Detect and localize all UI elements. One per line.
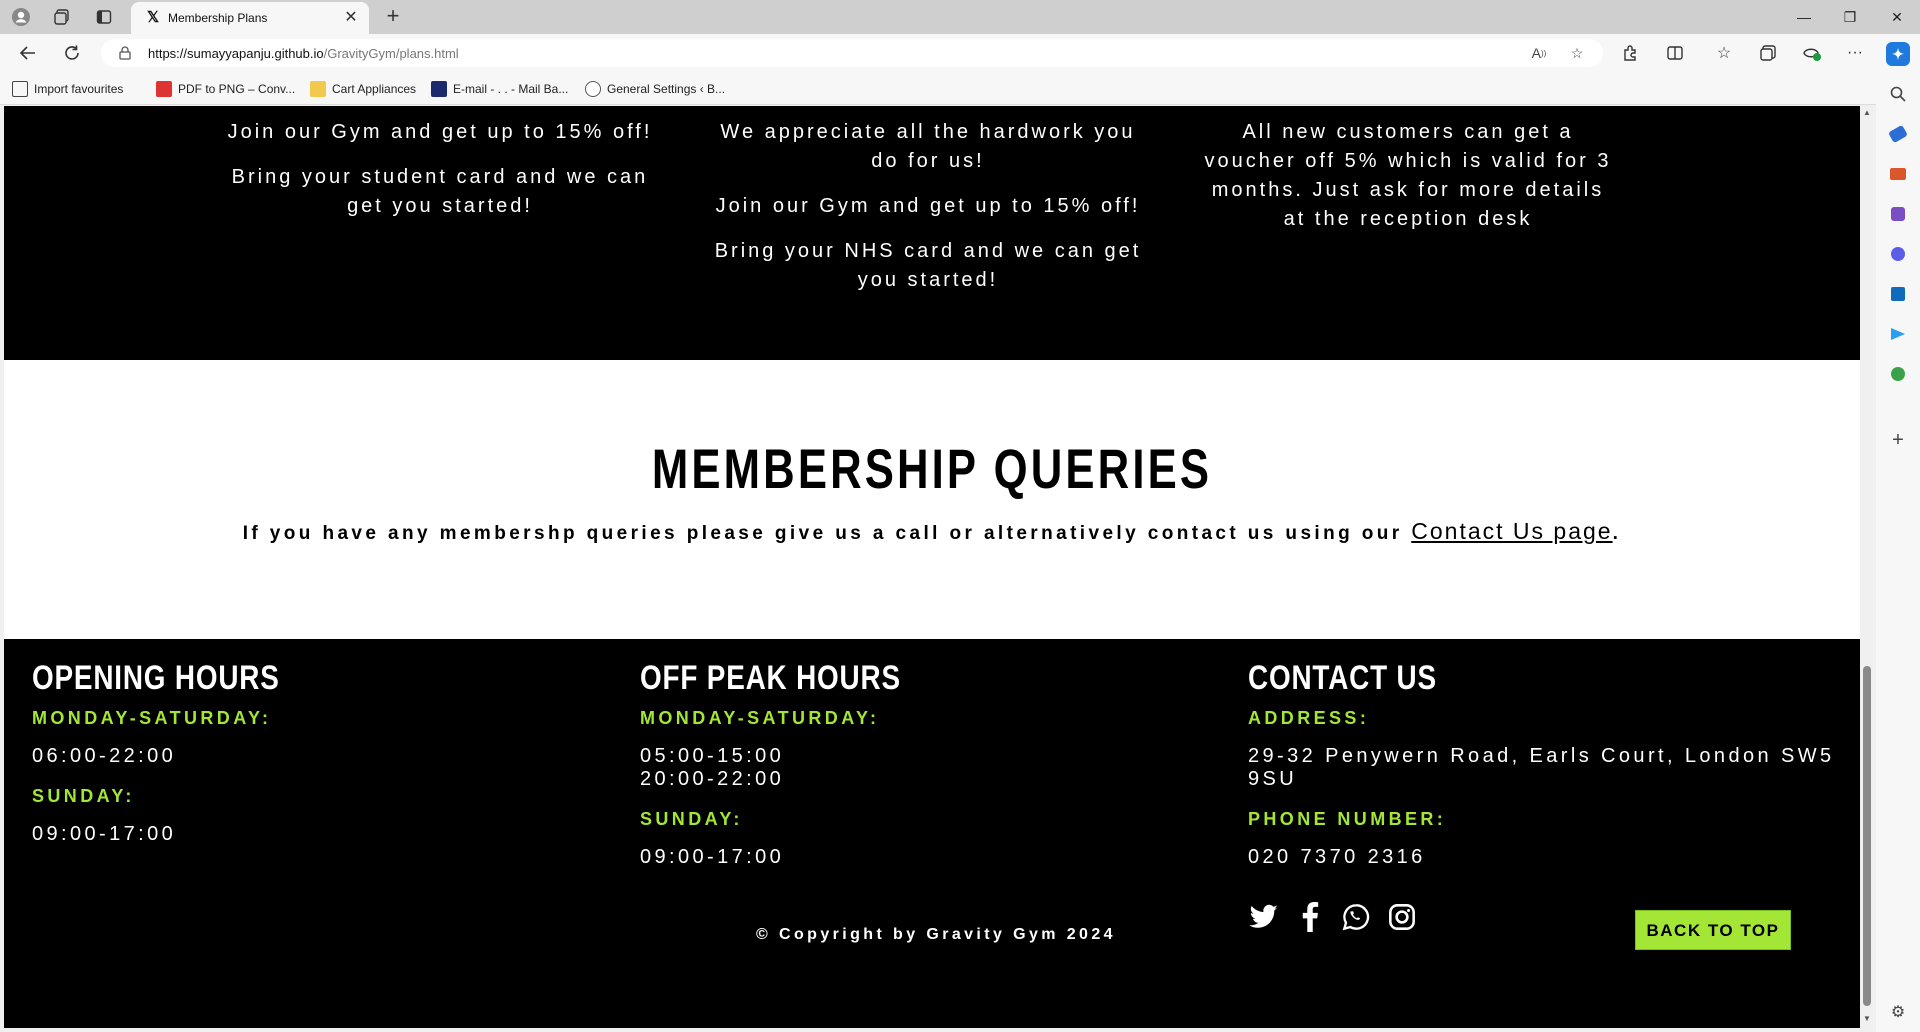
section-title: MEMBERSHIP QUERIES <box>651 437 1213 500</box>
off-peak-title: OFF PEAK HOURS <box>640 659 901 697</box>
tab-bar: 𝕏 Membership Plans ✕ + — ❐ ✕ <box>0 0 1920 34</box>
shopping-icon[interactable] <box>1886 122 1910 146</box>
extensions-icon[interactable] <box>1618 41 1642 65</box>
bookmark-import-favourites[interactable]: Import favourites <box>12 80 123 98</box>
outlook-icon[interactable] <box>1886 282 1910 306</box>
lock-icon[interactable] <box>117 45 133 61</box>
offers-section: Join our Gym and get up to 15% off! Brin… <box>4 106 1860 360</box>
vertical-tabs-icon[interactable] <box>92 5 116 29</box>
scroll-up-arrow-icon[interactable]: ▲ <box>1862 108 1872 117</box>
opening-weekday-label: MONDAY-SATURDAY: <box>32 708 272 728</box>
favorites-bar: Import favourites PDF to PNG – Conv... C… <box>0 72 1920 105</box>
back-button[interactable] <box>15 40 41 66</box>
navigation-bar: https://sumayyapanju.github.io/GravityGy… <box>0 34 1920 72</box>
queries-end: . <box>1612 523 1622 544</box>
minimize-icon[interactable]: — <box>1781 0 1827 34</box>
nhs-offer: We appreciate all the hardwork you do fo… <box>708 118 1148 311</box>
sidebar-settings-icon[interactable]: ⚙ <box>1886 1000 1910 1024</box>
opening-sunday-label: SUNDAY: <box>32 786 135 806</box>
offpeak-weekday-label: MONDAY-SATURDAY: <box>640 708 880 728</box>
tab-title: Membership Plans <box>168 11 268 25</box>
phone-value: 020 7370 2316 <box>1248 846 1426 868</box>
opening-hours-column: OPENING HOURS MONDAY-SATURDAY: 06:00-22:… <box>32 659 612 864</box>
import-icon <box>12 81 28 97</box>
search-icon[interactable] <box>1886 82 1910 106</box>
contact-column: CONTACT US ADDRESS: 29-32 Penywern Road,… <box>1248 659 1848 887</box>
favorites-icon[interactable]: ☆ <box>1712 41 1736 65</box>
mail-icon <box>431 81 447 97</box>
wordpress-icon <box>585 81 601 97</box>
queries-text: If you have any membershp queries please… <box>4 518 1860 545</box>
offer-text: Join our Gym and get up to 15% off! <box>715 195 1141 217</box>
collections-icon[interactable] <box>1756 41 1780 65</box>
gym-favicon-icon: 𝕏 <box>146 9 160 26</box>
scrollbar-thumb[interactable] <box>1863 666 1871 1006</box>
footer: OPENING HOURS MONDAY-SATURDAY: 06:00-22:… <box>4 639 1860 1028</box>
workspaces-icon[interactable] <box>50 5 74 29</box>
opening-sunday-hours: 09:00-17:00 <box>32 823 177 845</box>
membership-queries-section: MEMBERSHIP QUERIES If you have any membe… <box>4 360 1860 639</box>
opening-weekday-hours: 06:00-22:00 <box>32 745 177 767</box>
close-window-icon[interactable]: ✕ <box>1874 0 1920 34</box>
page-viewport: Join our Gym and get up to 15% off! Brin… <box>4 106 1860 1028</box>
queries-body: If you have any membershp queries please… <box>242 523 1412 544</box>
back-to-top-button[interactable]: BACK TO TOP <box>1635 910 1791 950</box>
browser-essentials-icon[interactable] <box>1800 41 1824 65</box>
read-aloud-icon[interactable]: A)) <box>1529 43 1549 63</box>
phone-label: PHONE NUMBER: <box>1248 809 1447 829</box>
bookmark-email[interactable]: E-mail - . . - Mail Ba... <box>431 80 568 98</box>
offer-text: We appreciate all the hardwork you do fo… <box>720 121 1136 172</box>
edge-sidebar: ✦ + ⚙ <box>1876 34 1920 1032</box>
url-text[interactable]: https://sumayyapanju.github.io/GravityGy… <box>148 46 459 61</box>
favorite-star-icon[interactable]: ☆ <box>1567 43 1587 63</box>
off-peak-column: OFF PEAK HOURS MONDAY-SATURDAY: 05:00-15… <box>640 659 1220 887</box>
more-options-icon[interactable]: ··· <box>1843 41 1867 65</box>
opening-hours-title: OPENING HOURS <box>32 659 280 697</box>
contact-us-link[interactable]: Contact Us page <box>1411 518 1612 544</box>
address-bar[interactable]: https://sumayyapanju.github.io/GravityGy… <box>101 39 1603 67</box>
restore-icon[interactable]: ❐ <box>1827 0 1873 34</box>
pdf-icon <box>156 81 172 97</box>
bookmark-general-settings[interactable]: General Settings ‹ B... <box>585 80 725 98</box>
tools-icon[interactable] <box>1886 162 1910 186</box>
profile-icon[interactable] <box>9 5 33 29</box>
bookmark-label: PDF to PNG – Conv... <box>178 82 296 96</box>
split-screen-icon[interactable] <box>1663 41 1687 65</box>
telegram-icon[interactable] <box>1886 322 1910 346</box>
bookmark-label: E-mail - . . - Mail Ba... <box>453 82 569 96</box>
bookmark-pdf-to-png[interactable]: PDF to PNG – Conv... <box>156 80 295 98</box>
offpeak-weekday-hours-1: 05:00-15:00 <box>640 745 785 767</box>
offpeak-sunday-hours: 09:00-17:00 <box>640 846 785 868</box>
new-customer-offer: All new customers can get a voucher off … <box>1188 118 1628 250</box>
copyright-text: © Copyright by Gravity Gym 2024 <box>756 926 1116 943</box>
offer-text: Join our Gym and get up to 15% off! <box>227 121 653 143</box>
folder-icon <box>310 81 326 97</box>
page-scrollbar[interactable]: ▲ ▼ <box>1860 106 1874 1028</box>
offpeak-sunday-label: SUNDAY: <box>640 809 743 829</box>
contact-title: CONTACT US <box>1248 659 1437 697</box>
add-sidebar-app-icon[interactable]: + <box>1886 428 1910 452</box>
bookmark-label: General Settings ‹ B... <box>607 82 726 96</box>
scroll-down-arrow-icon[interactable]: ▼ <box>1862 1014 1872 1023</box>
close-tab-icon[interactable]: ✕ <box>341 8 361 28</box>
tab-membership-plans[interactable]: 𝕏 Membership Plans ✕ <box>131 2 369 34</box>
microsoft-365-icon[interactable] <box>1886 242 1910 266</box>
offer-text: Bring your student card and we can get y… <box>231 166 649 217</box>
games-icon[interactable] <box>1886 202 1910 226</box>
offer-text: All new customers can get a voucher off … <box>1204 121 1612 230</box>
address-value: 29-32 Penywern Road, Earls Court, London… <box>1248 745 1835 790</box>
student-offer: Join our Gym and get up to 15% off! Brin… <box>220 118 660 237</box>
address-label: ADDRESS: <box>1248 708 1370 728</box>
bookmark-label: Cart Appliances <box>332 82 417 96</box>
offpeak-weekday-hours-2: 20:00-22:00 <box>640 768 785 790</box>
bookmark-label: Import favourites <box>34 82 124 96</box>
new-tab-button[interactable]: + <box>380 4 406 30</box>
copilot-icon[interactable]: ✦ <box>1886 42 1910 66</box>
offer-text: Bring your NHS card and we can get you s… <box>714 240 1142 291</box>
refresh-button[interactable] <box>59 40 85 66</box>
bookmark-cart-appliances[interactable]: Cart Appliances <box>310 80 416 98</box>
tree-icon[interactable] <box>1886 362 1910 386</box>
